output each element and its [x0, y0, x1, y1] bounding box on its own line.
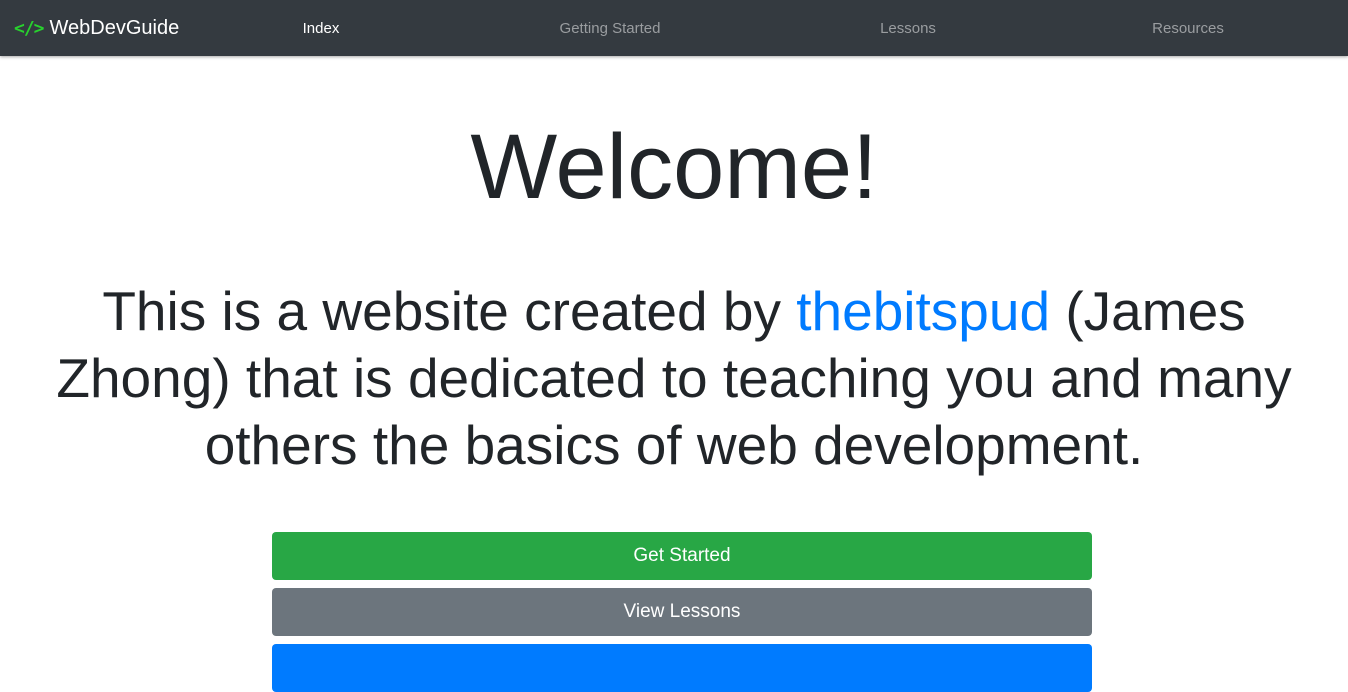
intro-text-before: This is a website created by [102, 280, 797, 342]
nav-link-getting-started[interactable]: Getting Started [510, 0, 710, 56]
code-icon: </> [14, 17, 44, 39]
brand-name: WebDevGuide [49, 16, 180, 39]
nav-link-index[interactable]: Index [221, 0, 421, 56]
brand-link[interactable]: </> WebDevGuide [14, 0, 179, 56]
nav-link-resources[interactable]: Resources [1088, 0, 1288, 56]
top-navbar: </> WebDevGuide Index Getting Started Le… [0, 0, 1348, 56]
author-link[interactable]: thebitspud [796, 280, 1050, 342]
primary-button[interactable] [272, 644, 1092, 692]
intro-text: This is a website created by thebitspud … [30, 278, 1318, 479]
page-title: Welcome! [470, 116, 878, 218]
nav-link-lessons[interactable]: Lessons [808, 0, 1008, 56]
view-lessons-button[interactable]: View Lessons [272, 588, 1092, 636]
get-started-button[interactable]: Get Started [272, 532, 1092, 580]
